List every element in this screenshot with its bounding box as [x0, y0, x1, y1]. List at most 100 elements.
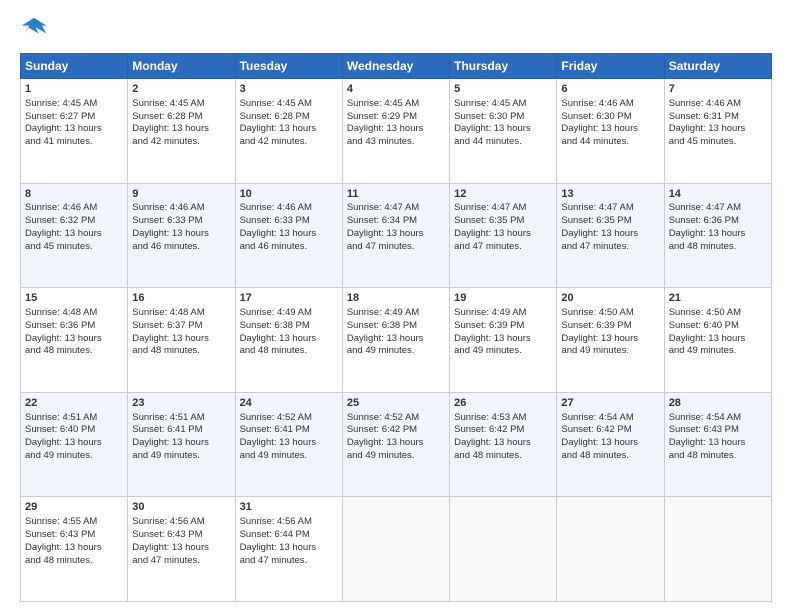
calendar-cell: 19Sunrise: 4:49 AMSunset: 6:39 PMDayligh…	[450, 288, 557, 393]
calendar-week-1: 1Sunrise: 4:45 AMSunset: 6:27 PMDaylight…	[21, 79, 772, 184]
calendar-cell: 5Sunrise: 4:45 AMSunset: 6:30 PMDaylight…	[450, 79, 557, 184]
day-info-line: Daylight: 13 hours	[561, 228, 659, 241]
day-info-line: Sunset: 6:41 PM	[132, 424, 230, 437]
day-info-line: Daylight: 13 hours	[132, 437, 230, 450]
day-info-line: Sunset: 6:31 PM	[669, 111, 767, 124]
day-info-line: Sunset: 6:35 PM	[454, 215, 552, 228]
day-info-line: Sunrise: 4:45 AM	[132, 98, 230, 111]
day-info-line: Daylight: 13 hours	[561, 123, 659, 136]
day-info-line: and 49 minutes.	[561, 345, 659, 358]
calendar-cell: 14Sunrise: 4:47 AMSunset: 6:36 PMDayligh…	[664, 183, 771, 288]
day-info-line: and 48 minutes.	[25, 345, 123, 358]
calendar-cell: 30Sunrise: 4:56 AMSunset: 6:43 PMDayligh…	[128, 497, 235, 602]
day-info-line: and 47 minutes.	[454, 241, 552, 254]
logo	[20, 16, 50, 45]
day-number: 25	[347, 396, 445, 411]
day-info-line: Sunrise: 4:56 AM	[132, 516, 230, 529]
calendar-cell: 24Sunrise: 4:52 AMSunset: 6:41 PMDayligh…	[235, 392, 342, 497]
day-info-line: Sunset: 6:43 PM	[132, 529, 230, 542]
calendar-cell: 2Sunrise: 4:45 AMSunset: 6:28 PMDaylight…	[128, 79, 235, 184]
day-info-line: Sunset: 6:43 PM	[25, 529, 123, 542]
day-info-line: Sunset: 6:28 PM	[240, 111, 338, 124]
day-number: 15	[25, 291, 123, 306]
calendar-table: SundayMondayTuesdayWednesdayThursdayFrid…	[20, 53, 772, 602]
day-info-line: Sunrise: 4:49 AM	[454, 307, 552, 320]
calendar-cell: 9Sunrise: 4:46 AMSunset: 6:33 PMDaylight…	[128, 183, 235, 288]
day-info-line: and 48 minutes.	[454, 450, 552, 463]
day-number: 20	[561, 291, 659, 306]
calendar-cell: 27Sunrise: 4:54 AMSunset: 6:42 PMDayligh…	[557, 392, 664, 497]
calendar-week-5: 29Sunrise: 4:55 AMSunset: 6:43 PMDayligh…	[21, 497, 772, 602]
day-info-line: Sunrise: 4:46 AM	[240, 202, 338, 215]
day-info-line: and 41 minutes.	[25, 136, 123, 149]
day-info-line: and 48 minutes.	[25, 555, 123, 568]
day-info-line: Sunrise: 4:56 AM	[240, 516, 338, 529]
day-info-line: Sunrise: 4:45 AM	[25, 98, 123, 111]
day-info-line: Daylight: 13 hours	[347, 437, 445, 450]
day-info-line: and 45 minutes.	[25, 241, 123, 254]
day-info-line: Sunset: 6:39 PM	[561, 320, 659, 333]
day-info-line: Daylight: 13 hours	[25, 437, 123, 450]
day-info-line: Daylight: 13 hours	[132, 228, 230, 241]
col-header-wednesday: Wednesday	[342, 54, 449, 79]
day-number: 14	[669, 187, 767, 202]
calendar-cell: 17Sunrise: 4:49 AMSunset: 6:38 PMDayligh…	[235, 288, 342, 393]
day-info-line: Sunrise: 4:51 AM	[25, 412, 123, 425]
day-info-line: Sunset: 6:32 PM	[25, 215, 123, 228]
day-info-line: Daylight: 13 hours	[669, 437, 767, 450]
col-header-friday: Friday	[557, 54, 664, 79]
day-info-line: Daylight: 13 hours	[454, 123, 552, 136]
day-info-line: Daylight: 13 hours	[132, 123, 230, 136]
logo-icon	[20, 16, 48, 40]
day-info-line: Sunrise: 4:48 AM	[25, 307, 123, 320]
day-number: 27	[561, 396, 659, 411]
day-number: 10	[240, 187, 338, 202]
day-number: 24	[240, 396, 338, 411]
day-info-line: Sunrise: 4:47 AM	[454, 202, 552, 215]
day-number: 29	[25, 500, 123, 515]
day-number: 1	[25, 82, 123, 97]
day-info-line: and 46 minutes.	[240, 241, 338, 254]
calendar-cell	[450, 497, 557, 602]
day-info-line: Daylight: 13 hours	[240, 228, 338, 241]
calendar-cell: 12Sunrise: 4:47 AMSunset: 6:35 PMDayligh…	[450, 183, 557, 288]
day-info-line: and 48 minutes.	[669, 450, 767, 463]
day-info-line: and 49 minutes.	[454, 345, 552, 358]
day-number: 13	[561, 187, 659, 202]
col-header-tuesday: Tuesday	[235, 54, 342, 79]
day-info-line: Sunset: 6:36 PM	[25, 320, 123, 333]
day-info-line: Sunset: 6:42 PM	[454, 424, 552, 437]
calendar-cell: 6Sunrise: 4:46 AMSunset: 6:30 PMDaylight…	[557, 79, 664, 184]
day-info-line: and 42 minutes.	[132, 136, 230, 149]
col-header-monday: Monday	[128, 54, 235, 79]
day-number: 22	[25, 396, 123, 411]
day-info-line: Daylight: 13 hours	[454, 437, 552, 450]
day-info-line: Daylight: 13 hours	[240, 333, 338, 346]
day-info-line: and 45 minutes.	[669, 136, 767, 149]
day-info-line: Daylight: 13 hours	[25, 542, 123, 555]
calendar-cell: 4Sunrise: 4:45 AMSunset: 6:29 PMDaylight…	[342, 79, 449, 184]
day-info-line: Sunrise: 4:49 AM	[240, 307, 338, 320]
day-number: 9	[132, 187, 230, 202]
day-info-line: and 44 minutes.	[454, 136, 552, 149]
day-info-line: Sunrise: 4:52 AM	[347, 412, 445, 425]
day-info-line: Sunset: 6:35 PM	[561, 215, 659, 228]
calendar-cell: 16Sunrise: 4:48 AMSunset: 6:37 PMDayligh…	[128, 288, 235, 393]
calendar-cell: 11Sunrise: 4:47 AMSunset: 6:34 PMDayligh…	[342, 183, 449, 288]
day-info-line: Sunset: 6:37 PM	[132, 320, 230, 333]
calendar-cell: 10Sunrise: 4:46 AMSunset: 6:33 PMDayligh…	[235, 183, 342, 288]
calendar-cell: 15Sunrise: 4:48 AMSunset: 6:36 PMDayligh…	[21, 288, 128, 393]
day-info-line: Daylight: 13 hours	[240, 437, 338, 450]
day-info-line: Sunset: 6:33 PM	[132, 215, 230, 228]
header	[20, 16, 772, 45]
day-info-line: Sunrise: 4:50 AM	[669, 307, 767, 320]
calendar-cell: 31Sunrise: 4:56 AMSunset: 6:44 PMDayligh…	[235, 497, 342, 602]
day-number: 31	[240, 500, 338, 515]
day-info-line: Sunrise: 4:47 AM	[347, 202, 445, 215]
calendar-cell: 26Sunrise: 4:53 AMSunset: 6:42 PMDayligh…	[450, 392, 557, 497]
day-info-line: Sunrise: 4:52 AM	[240, 412, 338, 425]
day-info-line: Daylight: 13 hours	[347, 333, 445, 346]
calendar-cell: 22Sunrise: 4:51 AMSunset: 6:40 PMDayligh…	[21, 392, 128, 497]
day-number: 16	[132, 291, 230, 306]
day-info-line: Sunrise: 4:55 AM	[25, 516, 123, 529]
